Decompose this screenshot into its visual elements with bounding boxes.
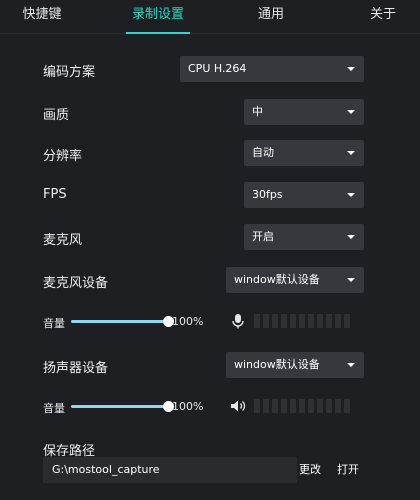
fps-label: FPS [43, 187, 67, 202]
encoding-label: 编码方案 [43, 65, 96, 80]
tab-label: 关于 [369, 7, 396, 22]
mic-level-meter [254, 314, 350, 328]
active-tab-indicator [126, 32, 190, 34]
dropdown-arrow-icon [347, 193, 355, 197]
encoding-select[interactable]: CPU H.264 [180, 56, 364, 82]
resolution-select[interactable]: 自动 [244, 140, 364, 166]
quality-label: 画质 [43, 108, 70, 123]
fps-value: 30fps [252, 188, 283, 201]
speaker-device-value: window默认设备 [234, 358, 320, 371]
microphone-value: 开启 [252, 230, 274, 243]
speaker-volume-slider[interactable] [71, 399, 174, 415]
quality-value: 中 [252, 105, 263, 118]
change-path-button[interactable]: 更改 [299, 457, 321, 483]
encoding-value: CPU H.264 [188, 62, 247, 75]
microphone-select[interactable]: 开启 [244, 224, 364, 250]
mic-device-label: 麦克风设备 [43, 276, 109, 291]
open-folder-button[interactable]: 打开 [337, 457, 359, 483]
tab-label: 快捷键 [22, 7, 62, 22]
tab-about[interactable]: 关于 [363, 0, 403, 34]
dropdown-arrow-icon [347, 151, 355, 155]
speaker-device-select[interactable]: window默认设备 [226, 352, 364, 378]
tab-label: 录制设置 [131, 7, 184, 22]
resolution-value: 自动 [252, 146, 274, 159]
speaker-icon[interactable] [228, 398, 248, 414]
speaker-device-label: 扬声器设备 [43, 361, 109, 376]
slider-track [71, 405, 169, 408]
mic-volume-value: 100% [172, 315, 204, 328]
microphone-label: 麦克风 [43, 233, 83, 248]
fps-select[interactable]: 30fps [244, 182, 364, 208]
dropdown-arrow-icon [347, 110, 355, 114]
tab-label: 通用 [257, 7, 284, 22]
speaker-volume-label: 音量 [43, 402, 65, 415]
tab-bar: 快捷键 录制设置 通用 关于 [0, 0, 420, 34]
mic-volume-slider[interactable] [71, 314, 174, 330]
mic-volume-label: 音量 [43, 317, 65, 330]
dropdown-arrow-icon [347, 235, 355, 239]
speaker-volume-value: 100% [172, 400, 204, 413]
microphone-icon[interactable] [228, 313, 248, 329]
tab-recording-settings[interactable]: 录制设置 [126, 0, 190, 34]
slider-track [71, 320, 169, 323]
tab-general[interactable]: 通用 [251, 0, 291, 34]
speaker-level-meter [254, 399, 350, 413]
dropdown-arrow-icon [347, 67, 355, 71]
save-path-input[interactable] [43, 457, 297, 483]
quality-select[interactable]: 中 [244, 99, 364, 125]
tab-shortcuts[interactable]: 快捷键 [12, 0, 72, 34]
mic-device-value: window默认设备 [234, 273, 320, 286]
mic-device-select[interactable]: window默认设备 [226, 267, 364, 293]
dropdown-arrow-icon [347, 363, 355, 367]
resolution-label: 分辨率 [43, 149, 83, 164]
dropdown-arrow-icon [347, 278, 355, 282]
